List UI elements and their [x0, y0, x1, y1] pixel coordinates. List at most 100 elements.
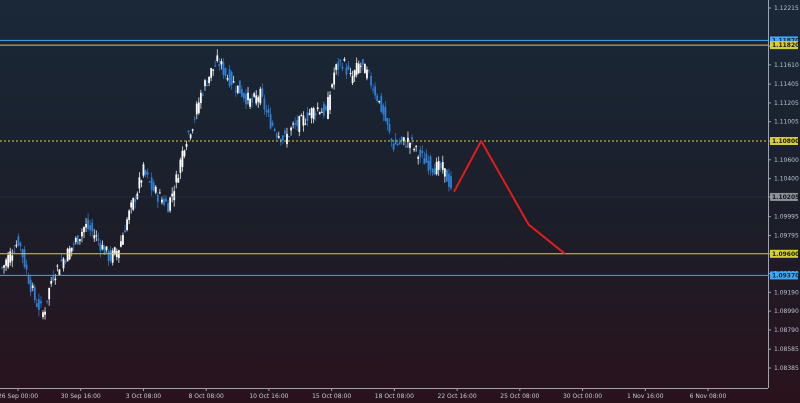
candle-up: [210, 68, 213, 78]
candle-up: [54, 278, 57, 281]
candle-down: [206, 85, 208, 87]
candle-up: [236, 85, 239, 94]
candle-down: [109, 250, 112, 261]
candle-up: [15, 244, 18, 247]
time-tick-label: 1 Nov 16:00: [627, 393, 664, 400]
candle-up: [185, 144, 188, 147]
candle-up: [169, 197, 172, 211]
candle-down: [187, 130, 190, 133]
candle-down: [384, 107, 387, 121]
candle-down: [89, 225, 92, 231]
candle-up: [50, 280, 53, 284]
chart-root: 1.122151.118101.116101.114051.112051.110…: [0, 0, 800, 403]
candle-down: [228, 69, 231, 87]
candle-down: [400, 136, 403, 141]
candle-up: [142, 164, 145, 176]
candle-down: [13, 251, 16, 253]
candle-up: [204, 80, 206, 87]
candle-down: [163, 198, 165, 205]
candle-up: [3, 265, 5, 268]
candle-up: [343, 59, 346, 61]
candle-down: [146, 171, 149, 175]
candle-down: [193, 118, 196, 120]
candle-up: [366, 69, 368, 79]
candle-down: [288, 136, 290, 138]
candle-down: [322, 103, 325, 116]
candle-up: [349, 72, 352, 74]
time-tick-label: 6 Nov 08:00: [690, 393, 727, 400]
candle-up: [197, 102, 200, 114]
candle-up: [232, 81, 235, 83]
candle-down: [392, 143, 395, 150]
candle-up: [62, 258, 65, 269]
candle-down: [431, 168, 434, 173]
candle-up: [105, 246, 108, 251]
candle-down: [396, 144, 399, 146]
candle-up: [413, 149, 415, 151]
candle-up: [318, 112, 321, 114]
candle-up: [443, 168, 446, 177]
candle-up: [56, 265, 59, 267]
candle-down: [271, 122, 274, 126]
candle-up: [42, 312, 44, 317]
candle-up: [435, 162, 438, 175]
plot-background: [0, 0, 800, 403]
candle-up: [331, 84, 333, 88]
candle-up: [220, 60, 223, 65]
candle-down: [361, 59, 364, 65]
level-tag-label: 1.10800: [772, 138, 799, 145]
candle-up: [308, 113, 311, 115]
candle-up: [93, 235, 96, 239]
candle-down: [214, 65, 217, 67]
candle-up: [335, 64, 338, 70]
candle-up: [249, 98, 251, 107]
candle-up: [437, 161, 440, 170]
candle-up: [290, 127, 292, 131]
candle-up: [181, 150, 184, 167]
time-tick-label: 25 Oct 08:00: [500, 393, 539, 400]
candle-up: [120, 241, 122, 247]
candle-up: [363, 64, 366, 74]
candle-up: [136, 193, 139, 199]
candle-down: [124, 230, 126, 233]
candle-down: [347, 65, 350, 70]
candle-down: [404, 145, 407, 148]
candle-down: [382, 105, 385, 115]
candle-up: [300, 115, 303, 117]
candle-down: [296, 120, 299, 127]
candle-up: [74, 237, 77, 243]
candle-down: [91, 222, 94, 232]
candle-down: [60, 259, 63, 261]
candle-up: [79, 239, 81, 241]
candle-up: [66, 248, 69, 262]
candle-up: [128, 210, 131, 221]
candle-up: [298, 116, 301, 132]
candle-up: [111, 250, 114, 263]
candle-up: [171, 193, 174, 197]
current-price-label: 1.10205: [772, 194, 799, 201]
candle-down: [269, 113, 272, 129]
level-tag-label: 1.09600: [772, 251, 799, 258]
candle-up: [175, 174, 178, 183]
candle-down: [27, 275, 30, 284]
candle-down: [165, 198, 167, 202]
candle-up: [247, 92, 249, 101]
level-tag-label: 1.09370: [772, 272, 799, 279]
price-tick-label: 1.09795: [774, 232, 799, 239]
candle-down: [433, 168, 436, 175]
candle-down: [345, 67, 348, 75]
price-tick-label: 1.08385: [774, 365, 799, 372]
candle-up: [259, 88, 262, 104]
candle-down: [306, 112, 309, 121]
candle-up: [415, 145, 418, 147]
candle-down: [243, 92, 245, 99]
candle-up: [179, 159, 182, 173]
candle-up: [83, 227, 85, 233]
candle-down: [23, 249, 26, 268]
candle-down: [222, 62, 225, 75]
candle-down: [429, 156, 432, 170]
candle-down: [152, 182, 155, 192]
candle-down: [107, 250, 110, 262]
candle-up: [257, 97, 260, 102]
candle-up: [161, 199, 163, 203]
